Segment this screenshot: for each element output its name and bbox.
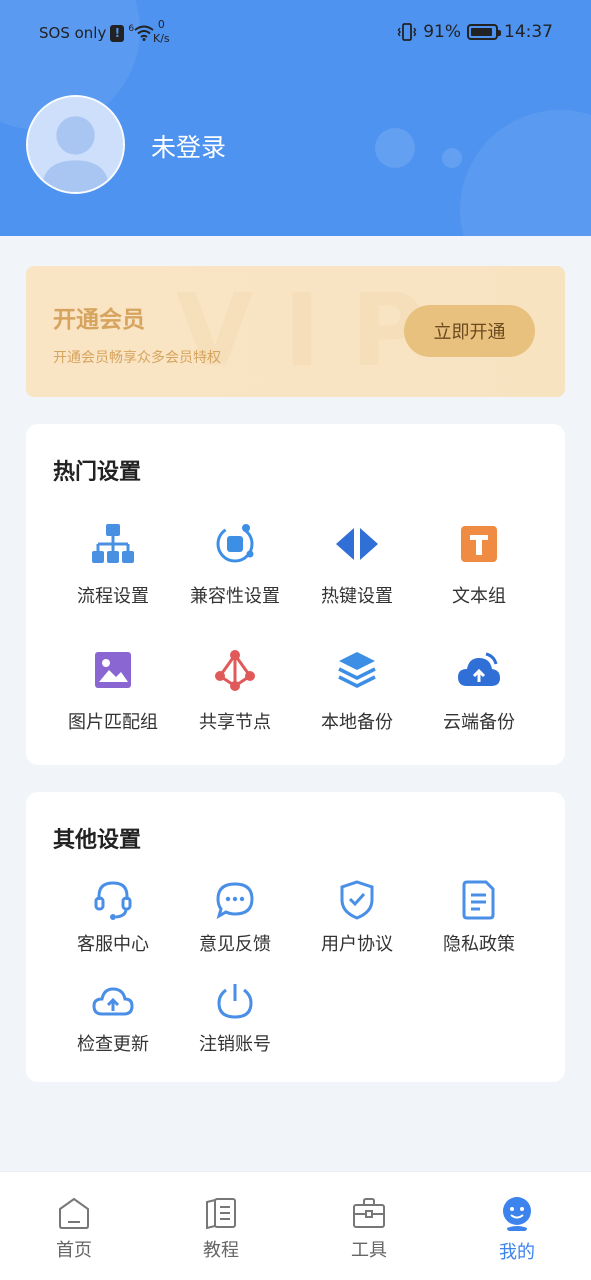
bottom-tab-bar: 首页 教程 工具 我的 [0,1171,591,1280]
tab-label: 我的 [499,1242,535,1263]
network-speed: 0 K/s [153,18,170,46]
hot-setting-textgroup[interactable]: 文本组 [418,522,540,608]
other-setting-privacy[interactable]: 隐私政策 [418,878,540,956]
avatar[interactable] [26,95,125,194]
hot-setting-localbackup[interactable]: 本地备份 [296,648,418,734]
hot-setting-label: 文本组 [452,586,506,607]
battery-fill [471,28,492,36]
other-setting-agreement[interactable]: 用户协议 [296,878,418,956]
text-group-icon [461,526,497,562]
profile-header: SOS only ! 6 0 K/s 91% 14:37 未登录 [0,0,591,236]
other-setting-label: 检查更新 [77,1034,149,1055]
status-right: 91% 14:37 [397,22,553,42]
hot-setting-compat[interactable]: 兼容性设置 [174,522,296,608]
flowchart-icon [92,524,134,563]
image-match-icon [95,652,131,688]
vip-subtitle: 开通会员畅享众多会员特权 [53,350,221,366]
compatibility-icon [216,524,254,563]
tab-label: 教程 [203,1240,239,1261]
tab-home[interactable]: 首页 [24,1196,124,1262]
hot-setting-label: 共享节点 [199,712,271,733]
other-setting-update[interactable]: 检查更新 [52,980,174,1056]
hot-setting-hotkey[interactable]: 热键设置 [296,522,418,608]
other-setting-deactivate[interactable]: 注销账号 [174,980,296,1056]
tab-tools[interactable]: 工具 [319,1196,419,1262]
hot-setting-label: 图片匹配组 [68,712,158,733]
other-setting-label: 意见反馈 [199,934,271,955]
other-setting-label: 隐私政策 [443,934,515,955]
header-bubble-decoration [460,110,591,236]
hot-setting-label: 流程设置 [77,586,149,607]
cloud-backup-icon [458,652,500,686]
other-setting-label: 注销账号 [199,1034,271,1055]
clock: 14:37 [504,22,553,42]
status-bar: SOS only ! 6 0 K/s 91% 14:37 [0,18,591,50]
default-avatar-icon [28,97,123,192]
toolbox-icon [353,1198,385,1228]
tab-label: 工具 [351,1240,387,1261]
local-backup-icon [338,652,376,688]
feedback-icon [216,882,254,920]
login-status-label[interactable]: 未登录 [151,128,226,164]
carrier-text: SOS only [39,24,107,42]
other-setting-label: 用户协议 [321,934,393,955]
document-icon [462,880,495,920]
hot-setting-label: 本地备份 [321,712,393,733]
hot-setting-label: 兼容性设置 [190,586,280,607]
battery-percent: 91% [423,22,461,42]
other-settings-card: 其他设置 客服中心 意见反馈 用户协议 隐私政策 检查更新 注销账号 [26,792,565,1082]
open-vip-button[interactable]: 立即开通 [404,305,535,357]
hot-setting-imagematch[interactable]: 图片匹配组 [52,648,174,734]
hot-setting-label: 云端备份 [443,712,515,733]
alert-icon: ! [110,24,125,42]
header-bubble-decoration [442,148,462,168]
tab-label: 首页 [56,1240,92,1261]
other-settings-title: 其他设置 [53,828,142,853]
hot-setting-label: 热键设置 [321,586,393,607]
share-node-icon [215,650,255,691]
tab-tutorial[interactable]: 教程 [171,1196,271,1262]
speed-unit: K/s [153,32,170,45]
hot-setting-flow[interactable]: 流程设置 [52,522,174,608]
wifi-icon [134,25,154,41]
hot-settings-title: 热门设置 [53,460,142,485]
other-setting-feedback[interactable]: 意见反馈 [174,878,296,956]
home-icon [59,1197,89,1229]
vip-banner[interactable]: VIP 开通会员 开通会员畅享众多会员特权 立即开通 [26,266,565,397]
headset-icon [94,881,132,920]
status-left: SOS only ! 6 [39,24,154,42]
book-icon [206,1198,236,1230]
other-setting-label: 客服中心 [77,934,149,955]
vibrate-icon [397,23,417,41]
profile-face-icon [503,1197,531,1231]
other-setting-support[interactable]: 客服中心 [52,878,174,956]
tab-mine[interactable]: 我的 [467,1196,567,1264]
vip-title: 开通会员 [53,307,145,333]
shield-check-icon [340,880,374,920]
power-icon [217,984,253,1019]
cloud-upload-icon [92,987,134,1016]
hot-setting-share[interactable]: 共享节点 [174,648,296,734]
hotkey-icon [336,528,378,560]
hot-setting-cloudbackup[interactable]: 云端备份 [418,648,540,734]
speed-value: 0 [157,18,165,31]
battery-icon [467,24,501,40]
hot-settings-card: 热门设置 流程设置 兼容性设置 热键设置 文本组 图片匹配组 共享节点 本地备份… [26,424,565,765]
header-bubble-decoration [375,128,415,168]
